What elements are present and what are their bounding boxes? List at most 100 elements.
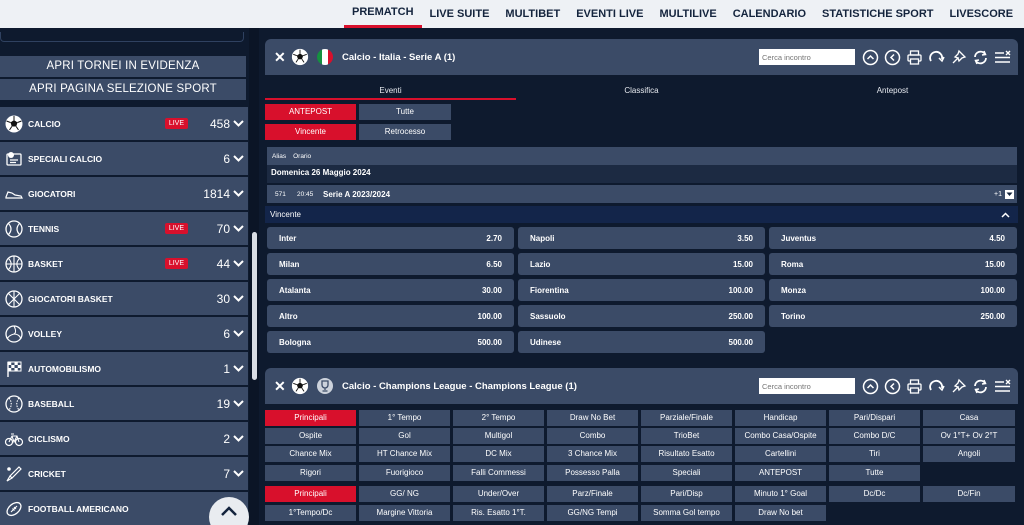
print-icon[interactable]: [905, 48, 924, 67]
close-icon[interactable]: ✕: [274, 49, 286, 66]
market-filter-button[interactable]: Tutte: [829, 465, 920, 481]
market-filter-button[interactable]: Draw No bet: [735, 505, 826, 521]
refresh-icon[interactable]: [971, 48, 990, 67]
collapse-up-icon[interactable]: [861, 377, 880, 396]
market-filter-button[interactable]: Cartellini: [735, 446, 826, 462]
odds-button[interactable]: Torino 250.00: [769, 305, 1017, 327]
market-filter-button[interactable]: TrioBet: [641, 428, 732, 444]
market-filter-button[interactable]: Rigori: [265, 465, 356, 481]
market-filter-button[interactable]: Casa: [923, 410, 1015, 426]
nav-multibet[interactable]: MULTIBET: [497, 0, 568, 28]
pin-icon[interactable]: [949, 377, 968, 396]
sidebar-sport-item[interactable]: AUTOMOBILISMO 1: [0, 352, 248, 385]
odds-button[interactable]: Napoli 3.50: [518, 227, 765, 249]
market-filter-button[interactable]: Speciali: [641, 465, 732, 481]
market-filter-button[interactable]: Gol: [359, 428, 450, 444]
nav-multilive[interactable]: MULTILIVE: [651, 0, 724, 28]
market-filter-button[interactable]: Pari/Disp: [641, 486, 732, 502]
market-filter-button[interactable]: DC Mix: [453, 446, 544, 462]
market-filter-button[interactable]: Angoli: [923, 446, 1015, 462]
market-filter-button[interactable]: Ospite: [265, 428, 356, 444]
chevron-up-icon[interactable]: [1001, 211, 1010, 218]
chevron-down-icon[interactable]: [230, 365, 246, 372]
market-filter-button[interactable]: Parz/Finale: [547, 486, 638, 502]
back-icon[interactable]: [883, 48, 902, 67]
chevron-down-icon[interactable]: [230, 190, 246, 197]
odds-button[interactable]: Roma 15.00: [769, 253, 1017, 275]
chevron-down-icon[interactable]: [230, 120, 246, 127]
list-remove-icon[interactable]: [993, 48, 1012, 67]
search-match-input[interactable]: [759, 49, 855, 65]
redo-icon[interactable]: [927, 48, 946, 67]
open-sport-selection-button[interactable]: APRI PAGINA SELEZIONE SPORT: [0, 79, 246, 100]
market-header[interactable]: Vincente: [265, 206, 1018, 223]
tab-antepost[interactable]: Antepost: [767, 82, 1018, 100]
sidebar-sport-item[interactable]: BASEBALL 19: [0, 387, 248, 420]
tab-eventi[interactable]: Eventi: [265, 82, 516, 100]
filter-vincente[interactable]: Vincente: [265, 124, 356, 140]
market-filter-button[interactable]: Draw No Bet: [547, 410, 638, 426]
sidebar-sport-item[interactable]: CALCIO LIVE 458: [0, 107, 248, 140]
market-filter-button[interactable]: Ris. Esatto 1°T.: [453, 505, 544, 521]
market-filter-button[interactable]: 2° Tempo: [453, 410, 544, 426]
sidebar-sport-item[interactable]: CRICKET 7: [0, 457, 248, 490]
market-filter-button[interactable]: Margine Vittoria: [359, 505, 450, 521]
market-filter-button[interactable]: Chance Mix: [265, 446, 356, 462]
odds-button[interactable]: Bologna 500.00: [267, 331, 514, 353]
market-filter-button[interactable]: Parziale/Finale: [641, 410, 732, 426]
nav-prematch[interactable]: PREMATCH: [344, 0, 422, 28]
nav-live-suite[interactable]: LIVE SUITE: [422, 0, 498, 28]
market-filter-button[interactable]: ANTEPOST: [735, 465, 826, 481]
event-row[interactable]: 571 20:45 Serie A 2023/2024 +1: [267, 185, 1017, 203]
odds-button[interactable]: Inter 2.70: [267, 227, 514, 249]
market-filter-button[interactable]: 1°Tempo/Dc: [265, 505, 356, 521]
more-markets-count[interactable]: +1: [994, 191, 1002, 198]
sidebar-sport-item[interactable]: CICLISMO 2: [0, 422, 248, 455]
print-icon[interactable]: [905, 377, 924, 396]
filter-retrocesso[interactable]: Retrocesso: [359, 124, 451, 140]
odds-button[interactable]: Milan 6.50: [267, 253, 514, 275]
sidebar-sport-item[interactable]: TENNIS LIVE 70: [0, 212, 248, 245]
chevron-down-icon[interactable]: [230, 260, 246, 267]
filter-antepost[interactable]: ANTEPOST: [265, 104, 356, 120]
market-filter-button[interactable]: Dc/Fin: [923, 486, 1015, 502]
filter-tutte[interactable]: Tutte: [359, 104, 451, 120]
market-filter-button[interactable]: GG/NG Tempi: [547, 505, 638, 521]
chevron-down-icon[interactable]: [230, 155, 246, 162]
market-filter-button[interactable]: Tiri: [829, 446, 920, 462]
nav-statistiche-sport[interactable]: STATISTICHE SPORT: [814, 0, 941, 28]
market-filter-button[interactable]: Dc/Dc: [829, 486, 920, 502]
market-filter-button[interactable]: Ov 1°T+ Ov 2°T: [923, 428, 1015, 444]
refresh-icon[interactable]: [971, 377, 990, 396]
market-filter-button[interactable]: Combo Casa/Ospite: [735, 428, 826, 444]
market-filter-button[interactable]: Falli Commessi: [453, 465, 544, 481]
market-filter-button[interactable]: GG/ NG: [359, 486, 450, 502]
market-filter-button[interactable]: Principali: [265, 410, 356, 426]
chevron-down-icon[interactable]: [230, 225, 246, 232]
odds-button[interactable]: Altro 100.00: [267, 305, 514, 327]
chevron-down-icon[interactable]: [230, 470, 246, 477]
sidebar-sport-item[interactable]: BASKET LIVE 44: [0, 247, 248, 280]
open-featured-tournaments-button[interactable]: APRI TORNEI IN EVIDENZA: [0, 56, 246, 77]
close-icon[interactable]: ✕: [274, 378, 286, 395]
market-filter-button[interactable]: Pari/Dispari: [829, 410, 920, 426]
odds-button[interactable]: Juventus 4.50: [769, 227, 1017, 249]
back-icon[interactable]: [883, 377, 902, 396]
market-filter-button[interactable]: Minuto 1° Goal: [735, 486, 826, 502]
odds-button[interactable]: Udinese 500.00: [518, 331, 765, 353]
sidebar-sport-item[interactable]: GIOCATORI BASKET 30: [0, 282, 248, 315]
sidebar-sport-item[interactable]: VOLLEY 6: [0, 317, 248, 350]
expand-icon[interactable]: [1005, 189, 1014, 199]
market-filter-button[interactable]: Somma Gol tempo: [641, 505, 732, 521]
sidebar-sport-item[interactable]: GIOCATORI 1814: [0, 177, 248, 210]
redo-icon[interactable]: [927, 377, 946, 396]
market-filter-button[interactable]: 1° Tempo: [359, 410, 450, 426]
odds-button[interactable]: Fiorentina 100.00: [518, 279, 765, 301]
search-match-input[interactable]: [759, 378, 855, 394]
market-filter-button[interactable]: Multigol: [453, 428, 544, 444]
chevron-down-icon[interactable]: [230, 295, 246, 302]
pin-icon[interactable]: [949, 48, 968, 67]
market-filter-button[interactable]: Combo: [547, 428, 638, 444]
chevron-down-icon[interactable]: [230, 435, 246, 442]
market-filter-button[interactable]: HT Chance Mix: [359, 446, 450, 462]
